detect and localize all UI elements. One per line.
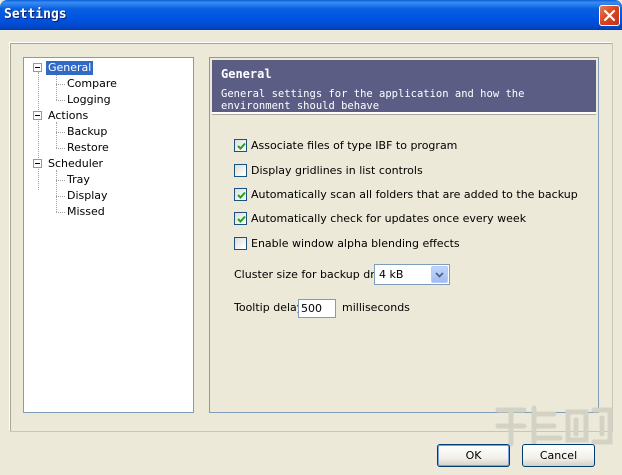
tree-item-label: General bbox=[46, 61, 94, 75]
checkmark-icon bbox=[237, 215, 246, 223]
tree-item-compare[interactable]: Compare bbox=[67, 76, 117, 91]
tree-connector bbox=[56, 180, 65, 181]
panel-description: General settings for the application and… bbox=[221, 88, 525, 112]
tooltip-delay-unit: milliseconds bbox=[342, 301, 410, 314]
tree-item-missed[interactable]: Missed bbox=[67, 204, 105, 219]
tooltip-delay-field[interactable] bbox=[298, 299, 336, 318]
checkbox[interactable] bbox=[234, 188, 247, 201]
tree-connector bbox=[56, 132, 65, 133]
title-bar[interactable]: Settings bbox=[0, 0, 622, 30]
tree-connector bbox=[56, 196, 65, 197]
option-label: Automatically scan all folders that are … bbox=[251, 188, 578, 201]
tree-item-label: Display bbox=[67, 189, 108, 202]
option-label: Enable window alpha blending effects bbox=[251, 237, 460, 250]
tree-item-label: Missed bbox=[67, 205, 105, 218]
tree-connector bbox=[56, 84, 65, 85]
option-label: Display gridlines in list controls bbox=[251, 164, 423, 177]
panel-header: General General settings for the applica… bbox=[212, 60, 596, 112]
tree-item-scheduler[interactable]: Scheduler bbox=[48, 156, 103, 171]
ok-button[interactable]: OK bbox=[437, 444, 510, 467]
cancel-button[interactable]: Cancel bbox=[522, 444, 595, 467]
close-button[interactable] bbox=[599, 5, 620, 26]
header-divider bbox=[212, 112, 596, 115]
option-label: Associate files of type IBF to program bbox=[251, 139, 458, 152]
tree-connector bbox=[56, 122, 57, 148]
checkbox[interactable] bbox=[234, 139, 247, 152]
tooltip-delay-input[interactable] bbox=[301, 302, 335, 315]
tree-connector bbox=[56, 212, 65, 213]
tree-item-logging[interactable]: Logging bbox=[67, 92, 111, 107]
dropdown-button[interactable] bbox=[431, 266, 448, 283]
checkbox[interactable] bbox=[234, 212, 247, 225]
tree-item-tray[interactable]: Tray bbox=[67, 172, 90, 187]
tree-item-label: Actions bbox=[48, 109, 89, 122]
tree-connector bbox=[56, 148, 65, 149]
tree-item-label: Scheduler bbox=[48, 157, 104, 170]
collapse-toggle-icon[interactable] bbox=[33, 63, 42, 72]
panel-title: General bbox=[221, 67, 272, 81]
tooltip-delay-label: Tooltip delay bbox=[234, 301, 304, 314]
collapse-toggle-icon[interactable] bbox=[33, 111, 42, 120]
cluster-size-value: 4 kB bbox=[379, 268, 404, 281]
checkbox[interactable] bbox=[234, 237, 247, 250]
tree-item-label: Restore bbox=[67, 141, 109, 154]
option-label: Automatically check for updates once eve… bbox=[251, 212, 527, 225]
cluster-size-label: Cluster size for backup drive bbox=[234, 268, 392, 281]
tree-item-label: Tray bbox=[67, 173, 90, 186]
cluster-size-select[interactable]: 4 kB bbox=[374, 264, 450, 285]
tree-item-actions[interactable]: Actions bbox=[48, 108, 88, 123]
tree-connector bbox=[56, 74, 57, 100]
checkbox[interactable] bbox=[234, 164, 247, 177]
tree-item-display[interactable]: Display bbox=[67, 188, 108, 203]
tree-connector bbox=[38, 72, 39, 190]
tree-item-label: Compare bbox=[67, 77, 117, 90]
tree-item-general[interactable]: General bbox=[46, 60, 94, 75]
tree-connector bbox=[56, 170, 57, 212]
tree-connector bbox=[56, 100, 65, 101]
tree-item-restore[interactable]: Restore bbox=[67, 140, 109, 155]
collapse-toggle-icon[interactable] bbox=[33, 159, 42, 168]
checkmark-icon bbox=[237, 191, 246, 199]
window-title: Settings bbox=[4, 7, 67, 22]
tree-item-label: Logging bbox=[67, 93, 111, 106]
checkmark-icon bbox=[237, 142, 246, 150]
chevron-down-icon bbox=[435, 272, 444, 278]
tree-item-label: Backup bbox=[67, 125, 108, 138]
tree-item-backup[interactable]: Backup bbox=[67, 124, 107, 139]
